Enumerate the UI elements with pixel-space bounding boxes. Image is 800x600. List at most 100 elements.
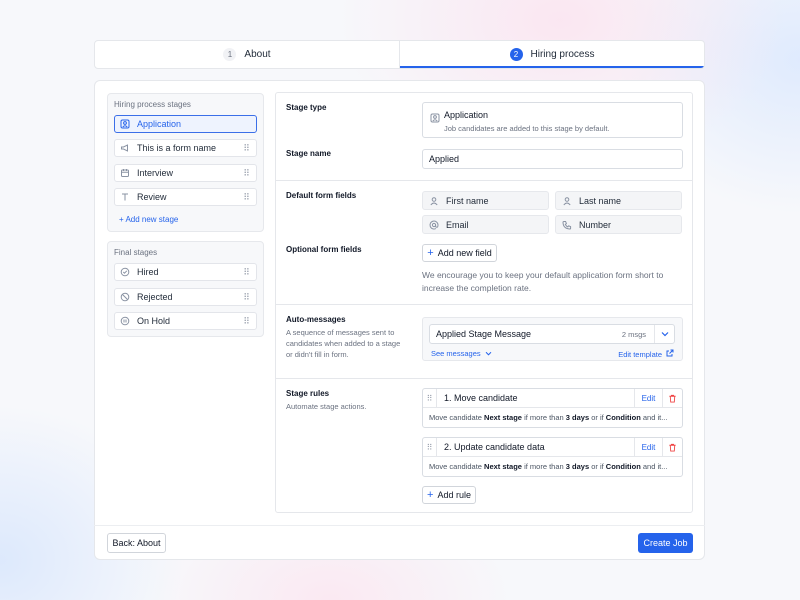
plus-icon: + — [427, 488, 434, 501]
rule-edit-button[interactable]: Edit — [634, 389, 662, 407]
rule-text: if more than — [521, 413, 566, 422]
step-number: 1 — [223, 48, 237, 61]
external-link-icon — [666, 349, 674, 359]
ban-icon — [120, 292, 130, 302]
step-hiring-process[interactable]: 2 Hiring process — [399, 41, 704, 68]
message-count: 2 msgs — [621, 329, 646, 339]
rule-duration: 3 days — [565, 413, 590, 422]
drag-handle-icon[interactable]: ⠿ — [242, 267, 250, 276]
stage-label: Interview — [137, 168, 174, 178]
rule-title: 2. Update candidate data — [444, 442, 545, 452]
rule-description: Move candidate Next stage if more than 3… — [429, 462, 678, 471]
add-stage-label: Add new stage — [125, 215, 179, 224]
rule-header: ⠿ 2. Update candidate data Edit — [423, 438, 682, 457]
pause-circle-icon — [120, 316, 130, 326]
edit-template-label: Edit template — [618, 349, 662, 359]
field-label: Number — [579, 219, 612, 230]
create-job-button[interactable]: Create Job — [638, 533, 693, 553]
hiring-stages-group: Hiring process stages Application This i… — [107, 93, 264, 232]
stage-label: Application — [137, 119, 182, 129]
add-new-field-button[interactable]: + Add new field — [422, 244, 497, 262]
stage-review[interactable]: Review ⠿ — [114, 188, 257, 206]
rule-duration: 3 days — [565, 462, 590, 471]
group-title: Hiring process stages — [114, 100, 191, 109]
rule-text: and it... — [640, 462, 668, 471]
field-label: Last name — [579, 195, 622, 206]
edit-template-link[interactable]: Edit template — [618, 349, 674, 359]
stage-name-input[interactable]: Applied — [422, 149, 683, 169]
back-button[interactable]: Back: About — [107, 533, 166, 553]
stage-rules-description: Automate stage actions. — [286, 402, 367, 411]
stage-label: This is a form name — [137, 143, 217, 153]
add-rule-button[interactable]: + Add rule — [422, 486, 476, 504]
step-about[interactable]: 1 About — [95, 41, 399, 68]
check-circle-icon — [120, 267, 130, 277]
plus-icon: + — [427, 246, 434, 259]
rule-target: Next stage — [484, 462, 522, 471]
field-last-name: Last name — [555, 191, 682, 210]
rule-header: ⠿ 1. Move candidate Edit — [423, 389, 682, 408]
stage-rule: ⠿ 1. Move candidate Edit Move candidate … — [422, 388, 683, 428]
field-first-name: First name — [422, 191, 549, 210]
trash-icon[interactable] — [662, 389, 682, 407]
user-icon — [429, 196, 439, 206]
drag-handle-icon[interactable]: ⠿ — [423, 389, 437, 407]
text-icon — [120, 192, 130, 202]
rule-text: Move candidate — [429, 462, 485, 471]
drag-handle-icon[interactable]: ⠿ — [242, 168, 250, 177]
stage-label: Review — [137, 192, 167, 202]
chevron-down-icon — [485, 349, 492, 358]
stage-hired[interactable]: Hired ⠿ — [114, 263, 257, 281]
drag-handle-icon[interactable]: ⠿ — [242, 192, 250, 201]
footer-divider — [94, 525, 705, 526]
user-icon — [562, 196, 572, 206]
see-messages-label: See messages — [431, 349, 481, 358]
stage-name-label: Stage name — [286, 149, 331, 158]
trash-icon[interactable] — [662, 438, 682, 456]
stage-label: Rejected — [137, 292, 173, 302]
drag-handle-icon[interactable]: ⠿ — [242, 143, 250, 152]
field-label: Email — [446, 219, 469, 230]
stepper: 1 About 2 Hiring process — [94, 40, 705, 69]
auto-messages-label: Auto-messages — [286, 315, 346, 324]
auto-messages-description: A sequence of messages sent to candidate… — [286, 328, 401, 359]
stage-form[interactable]: This is a form name ⠿ — [114, 139, 257, 157]
stage-interview[interactable]: Interview ⠿ — [114, 164, 257, 182]
drag-handle-icon[interactable]: ⠿ — [423, 438, 437, 456]
drag-handle-icon[interactable]: ⠿ — [242, 292, 250, 301]
stage-label: Hired — [137, 267, 159, 277]
rule-text: or if — [589, 413, 606, 422]
stage-rules-label: Stage rules — [286, 389, 330, 398]
phone-icon — [562, 220, 572, 230]
step-label: About — [244, 49, 271, 60]
see-messages-link[interactable]: See messages — [431, 349, 492, 358]
add-new-stage-link[interactable]: + Add new stage — [119, 215, 178, 224]
stage-type-description: Job candidates are added to this stage b… — [444, 124, 610, 133]
step-number: 2 — [509, 48, 523, 61]
stage-type-select[interactable]: Application Job candidates are added to … — [422, 102, 683, 138]
calendar-icon — [120, 168, 130, 178]
rule-description: Move candidate Next stage if more than 3… — [429, 413, 678, 422]
field-label: First name — [446, 195, 489, 206]
add-field-label: Add new field — [437, 248, 492, 258]
user-icon — [120, 119, 130, 129]
rule-target: Next stage — [484, 413, 522, 422]
optional-fields-label: Optional form fields — [286, 245, 362, 254]
user-icon — [430, 110, 440, 128]
rule-text: or if — [589, 462, 606, 471]
rule-edit-button[interactable]: Edit — [634, 438, 662, 456]
stage-on-hold[interactable]: On Hold ⠿ — [114, 312, 257, 330]
field-email: Email — [422, 215, 549, 234]
stage-label: On Hold — [137, 316, 171, 326]
megaphone-icon — [120, 143, 130, 153]
group-title: Final stages — [114, 248, 158, 257]
stage-application[interactable]: Application — [114, 115, 257, 133]
stage-rejected[interactable]: Rejected ⠿ — [114, 288, 257, 306]
stage-rule: ⠿ 2. Update candidate data Edit Move can… — [422, 437, 683, 477]
section-divider — [276, 378, 692, 379]
add-rule-label: Add rule — [437, 490, 471, 500]
message-sequence-value: Applied Stage Message — [436, 329, 532, 339]
chevron-down-icon[interactable] — [654, 325, 674, 343]
message-sequence-select[interactable]: Applied Stage Message 2 msgs — [429, 324, 675, 344]
drag-handle-icon[interactable]: ⠿ — [242, 316, 250, 325]
